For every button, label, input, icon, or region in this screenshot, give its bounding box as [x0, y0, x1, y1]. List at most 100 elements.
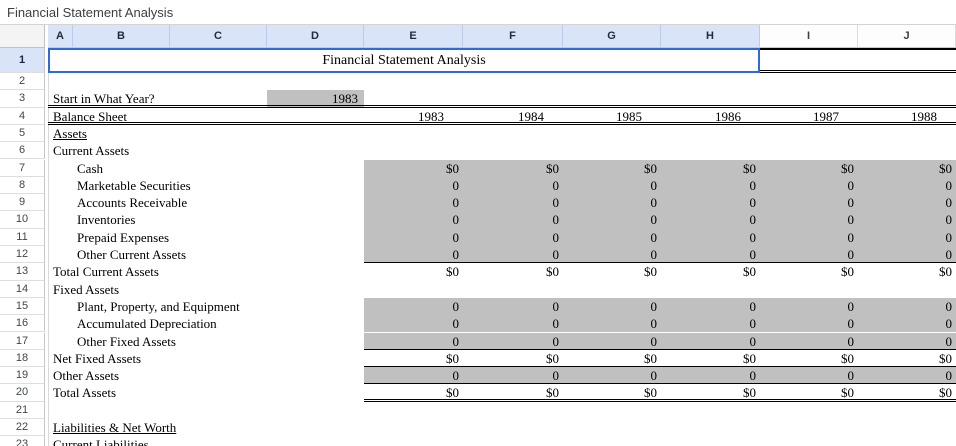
cell-J18[interactable]: $0	[858, 350, 956, 367]
cell-A17[interactable]: Other Fixed Assets	[77, 333, 176, 350]
cell-E13[interactable]: $0	[364, 263, 463, 280]
cell-G18[interactable]: $0	[563, 350, 661, 367]
cell-I18[interactable]: $0	[760, 350, 858, 367]
column-header-I[interactable]: I	[760, 25, 858, 48]
cell-I9[interactable]: 0	[760, 194, 858, 211]
cell-I7[interactable]: $0	[760, 160, 858, 177]
cell-G11[interactable]: 0	[563, 229, 661, 246]
column-header-H[interactable]: H	[661, 25, 760, 48]
cell-F11[interactable]: 0	[463, 229, 563, 246]
cell-H7[interactable]: $0	[661, 160, 760, 177]
cell-A7[interactable]: Cash	[77, 160, 103, 177]
cell-J8[interactable]: 0	[858, 177, 956, 194]
cell-E7[interactable]: $0	[364, 160, 463, 177]
cell-A8[interactable]: Marketable Securities	[77, 177, 191, 194]
cell-A10[interactable]: Inventories	[77, 211, 135, 228]
column-header-J[interactable]: J	[858, 25, 956, 48]
cell-I10[interactable]: 0	[760, 211, 858, 228]
cell-I16[interactable]: 0	[760, 315, 858, 332]
cell-A6[interactable]: Current Assets	[53, 142, 129, 159]
cell-I8[interactable]: 0	[760, 177, 858, 194]
cell-H10[interactable]: 0	[661, 211, 760, 228]
cell-G7[interactable]: $0	[563, 160, 661, 177]
column-header-F[interactable]: F	[463, 25, 563, 48]
cell-G12[interactable]: 0	[563, 246, 661, 263]
cell-F18[interactable]: $0	[463, 350, 563, 367]
cell-H12[interactable]: 0	[661, 246, 760, 263]
cell-J11[interactable]: 0	[858, 229, 956, 246]
cell-J16[interactable]: 0	[858, 315, 956, 332]
cell-J15[interactable]: 0	[858, 298, 956, 315]
cell-I15[interactable]: 0	[760, 298, 858, 315]
cell-G15[interactable]: 0	[563, 298, 661, 315]
cell-F19[interactable]: 0	[463, 367, 563, 384]
cell-I1-J1[interactable]	[760, 48, 956, 73]
cell-A1-merged-title[interactable]: Financial Statement Analysis	[48, 48, 760, 73]
row-header-17[interactable]: 17	[0, 333, 45, 350]
cell-F13[interactable]: $0	[463, 263, 563, 280]
row-header-20[interactable]: 20	[0, 384, 45, 401]
row-header-16[interactable]: 16	[0, 315, 45, 332]
row-header-18[interactable]: 18	[0, 350, 45, 367]
cell-I12[interactable]: 0	[760, 246, 858, 263]
cell-E18[interactable]: $0	[364, 350, 463, 367]
cell-A23[interactable]: Current Liabilities	[53, 436, 149, 446]
cell-A11[interactable]: Prepaid Expenses	[77, 229, 169, 246]
cell-H9[interactable]: 0	[661, 194, 760, 211]
cell-F9[interactable]: 0	[463, 194, 563, 211]
row-header-9[interactable]: 9	[0, 194, 45, 211]
row-header-23[interactable]: 23	[0, 436, 45, 446]
row-header-6[interactable]: 6	[0, 142, 45, 159]
cell-E9[interactable]: 0	[364, 194, 463, 211]
row-header-14[interactable]: 14	[0, 281, 45, 298]
row-header-4[interactable]: 4	[0, 108, 45, 125]
cell-A22[interactable]: Liabilities & Net Worth	[53, 419, 176, 436]
cell-H18[interactable]: $0	[661, 350, 760, 367]
cell-H19[interactable]: 0	[661, 367, 760, 384]
cell-H15[interactable]: 0	[661, 298, 760, 315]
cell-J13[interactable]: $0	[858, 263, 956, 280]
cell-E8[interactable]: 0	[364, 177, 463, 194]
row-header-21[interactable]: 21	[0, 402, 45, 419]
cell-J19[interactable]: 0	[858, 367, 956, 384]
cell-J12[interactable]: 0	[858, 246, 956, 263]
cell-A9[interactable]: Accounts Receivable	[77, 194, 187, 211]
cell-E12[interactable]: 0	[364, 246, 463, 263]
row-header-7[interactable]: 7	[0, 160, 45, 177]
cell-I11[interactable]: 0	[760, 229, 858, 246]
cell-J10[interactable]: 0	[858, 211, 956, 228]
column-header-D[interactable]: D	[267, 25, 364, 48]
cell-A18[interactable]: Net Fixed Assets	[53, 350, 141, 367]
cell-H17[interactable]: 0	[661, 333, 760, 350]
cell-J9[interactable]: 0	[858, 194, 956, 211]
cell-I19[interactable]: 0	[760, 367, 858, 384]
cell-A14[interactable]: Fixed Assets	[53, 281, 119, 298]
row-header-12[interactable]: 12	[0, 246, 45, 263]
cell-A16[interactable]: Accumulated Depreciation	[77, 315, 217, 332]
cell-A19[interactable]: Other Assets	[53, 367, 119, 384]
cell-H13[interactable]: $0	[661, 263, 760, 280]
row-header-3[interactable]: 3	[0, 90, 45, 107]
cell-F17[interactable]: 0	[463, 333, 563, 350]
cell-F15[interactable]: 0	[463, 298, 563, 315]
row-header-5[interactable]: 5	[0, 125, 45, 142]
cell-E10[interactable]: 0	[364, 211, 463, 228]
cell-G19[interactable]: 0	[563, 367, 661, 384]
cell-E19[interactable]: 0	[364, 367, 463, 384]
cell-F10[interactable]: 0	[463, 211, 563, 228]
cell-I17[interactable]: 0	[760, 333, 858, 350]
cell-A15[interactable]: Plant, Property, and Equipment	[77, 298, 240, 315]
cell-G16[interactable]: 0	[563, 315, 661, 332]
cell-E17[interactable]: 0	[364, 333, 463, 350]
row-header-13[interactable]: 13	[0, 263, 45, 280]
column-header-C[interactable]: C	[170, 25, 267, 48]
cell-J7[interactable]: $0	[858, 160, 956, 177]
cell-G13[interactable]: $0	[563, 263, 661, 280]
cell-F7[interactable]: $0	[463, 160, 563, 177]
cell-A12[interactable]: Other Current Assets	[77, 246, 186, 263]
cell-F16[interactable]: 0	[463, 315, 563, 332]
row-header-2[interactable]: 2	[0, 73, 45, 90]
row-header-11[interactable]: 11	[0, 229, 45, 246]
cell-G9[interactable]: 0	[563, 194, 661, 211]
cell-F8[interactable]: 0	[463, 177, 563, 194]
